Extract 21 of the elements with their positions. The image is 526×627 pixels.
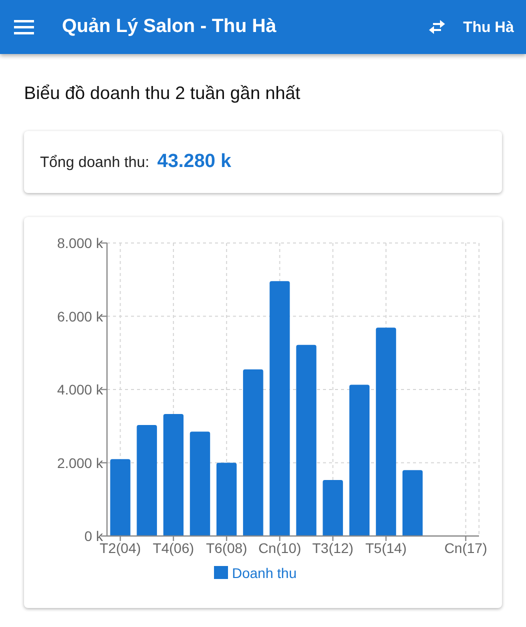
- bar: [322, 480, 343, 536]
- legend-swatch: [214, 566, 228, 579]
- y-tick-label: 6.000 k: [57, 308, 103, 324]
- x-tick-label: Cn(17): [444, 540, 488, 556]
- y-tick-label: 8.000 k: [57, 235, 103, 251]
- legend-label: Doanh thu: [232, 565, 297, 581]
- swap-arrows-icon: [427, 19, 448, 35]
- app-title: Quản Lý Salon - Thu Hà: [62, 16, 278, 38]
- x-tick-label: T6(08): [206, 540, 248, 556]
- x-tick-label: T4(06): [152, 540, 194, 556]
- total-value: 43.280 k: [157, 151, 232, 173]
- x-tick-label: T3(12): [312, 540, 354, 556]
- menu-icon: [14, 19, 34, 35]
- total-label: Tổng doanh thu:: [40, 154, 150, 170]
- y-tick-label: 2.000 k: [57, 454, 103, 471]
- page-heading: Biểu đồ doanh thu 2 tuần gần nhất: [24, 83, 302, 104]
- x-tick-label: T5(14): [365, 540, 407, 556]
- user-name: Thu Hà: [463, 18, 514, 36]
- bar: [402, 470, 423, 536]
- y-tick-label: 4.000 k: [57, 382, 103, 398]
- x-tick-label: Cn(10): [258, 540, 302, 556]
